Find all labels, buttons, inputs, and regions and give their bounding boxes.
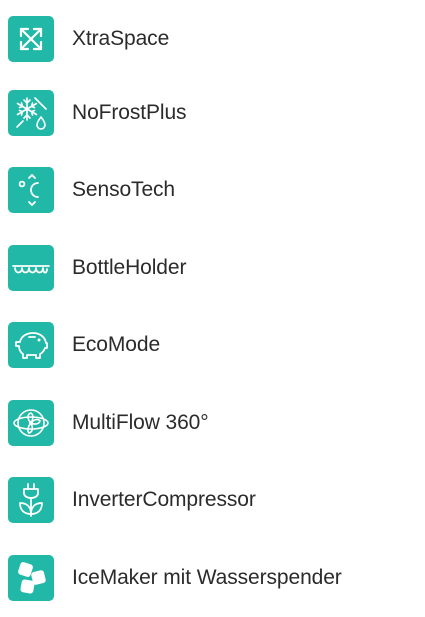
feature-label: BottleHolder — [72, 255, 187, 279]
feature-item-ecomode: EcoMode — [8, 307, 418, 385]
feature-label: XtraSpace — [72, 27, 170, 50]
feature-item-icemaker: IceMaker mit Wasserspender — [8, 539, 418, 617]
feature-label: EcoMode — [72, 333, 161, 357]
snowflake-drop-icon — [8, 89, 54, 136]
fan-airflow-icon — [8, 399, 54, 446]
feature-item-xtraspace: XtraSpace — [8, 4, 418, 74]
feature-item-invertercompressor: InverterCompressor — [8, 462, 418, 540]
feature-label: IceMaker mit Wasserspender — [72, 565, 342, 589]
feature-label: InverterCompressor — [72, 488, 256, 512]
feature-label: NoFrostPlus — [72, 100, 187, 124]
feature-item-bottleholder: BottleHolder — [8, 229, 418, 307]
feature-label: SensoTech — [72, 178, 176, 202]
bottle-holder-icon — [8, 244, 54, 291]
feature-list: XtraSpace NoFrostPlus SensoTech BottleHo… — [8, 4, 418, 617]
temperature-sensor-icon — [8, 167, 54, 214]
piggy-bank-icon — [8, 322, 54, 369]
feature-label: MultiFlow 360° — [72, 410, 209, 434]
feature-item-nofrostplus: NoFrostPlus — [8, 74, 418, 152]
plug-leaf-icon — [8, 477, 54, 524]
expand-arrows-icon — [8, 16, 54, 62]
feature-item-sensotech: SensoTech — [8, 152, 418, 230]
feature-item-multiflow: MultiFlow 360° — [8, 384, 418, 462]
ice-cubes-icon — [8, 554, 54, 601]
